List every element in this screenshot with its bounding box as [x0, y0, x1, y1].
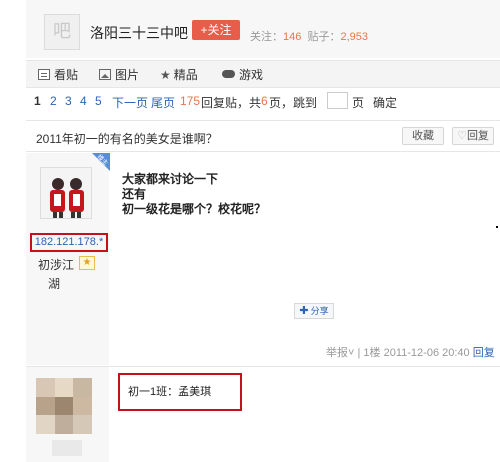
plus-icon: ✚	[299, 305, 309, 317]
user-level-name[interactable]: 初涉江	[38, 256, 74, 273]
reply-count-label: 回复贴，共	[201, 96, 262, 110]
tab-games[interactable]: 游戏	[222, 66, 263, 83]
tab-posts[interactable]: 看贴	[38, 66, 78, 83]
avatar-blurred[interactable]	[36, 378, 92, 434]
collect-button[interactable]: 收藏	[402, 127, 444, 145]
stray-dot	[496, 226, 498, 228]
page-jump-label: 页，跳到	[269, 96, 318, 110]
page-4[interactable]: 4	[80, 94, 87, 108]
post-count: 2,953	[340, 31, 369, 43]
tab-featured[interactable]: ★ 精品	[160, 66, 198, 83]
forum-header: 吧 洛阳三十三中吧 +关注 关注：146 贴子：2,953	[26, 0, 500, 58]
post-content-highlight: 初一1班：孟美琪	[118, 373, 242, 411]
forum-logo[interactable]: 吧	[44, 14, 80, 50]
share-button[interactable]: ✚ 分享	[294, 303, 334, 319]
page-2[interactable]: 2	[50, 94, 57, 108]
reply-icon: ♡	[457, 130, 467, 142]
post-count-label: 贴子：	[307, 31, 341, 43]
post-line: 大家都来讨论一下	[122, 172, 219, 186]
follow-count: 146	[283, 31, 302, 43]
page-jump-input[interactable]	[327, 92, 348, 109]
image-icon	[99, 69, 111, 80]
post-line: 初一级花是哪个？校花呢？	[122, 202, 267, 216]
thread-title-bar: 2011年初一的有名的美女是谁啊？ 收藏 ♡回复	[26, 120, 500, 152]
page-1: 1	[34, 94, 41, 108]
confirm-button[interactable]: 确定	[373, 94, 397, 111]
reply-button-label: 回复	[466, 130, 489, 142]
tieba-page: 吧 洛阳三十三中吧 +关注 关注：146 贴子：2,953 看贴 图片 ★ 精品 …	[26, 0, 500, 462]
tab-images[interactable]: 图片	[99, 66, 139, 83]
reply-button[interactable]: ♡回复	[452, 127, 494, 145]
tab-label: 看贴	[54, 68, 79, 82]
last-page-link[interactable]: 尾页	[151, 94, 175, 111]
ip-address: 182.121.178.*	[30, 233, 108, 252]
doc-icon	[38, 69, 50, 80]
post-time: 2011-12-06 20:40	[383, 347, 470, 359]
tab-label: 图片	[115, 68, 140, 82]
follow-button[interactable]: +关注	[192, 20, 240, 40]
tab-label: 游戏	[239, 68, 264, 82]
post-content: 大家都来讨论一下 还有 初一级花是哪个？校花呢？	[122, 172, 266, 217]
post-footer: 举报˅ | 1楼 2011-12-06 20:40 回复	[326, 347, 495, 359]
next-page-link[interactable]: 下一页	[112, 94, 148, 111]
level-star-icon: ★	[79, 256, 95, 270]
username-blurred	[52, 440, 82, 456]
reply-count: 175	[180, 94, 201, 108]
star-icon: ★	[160, 68, 171, 82]
thread-title: 2011年初一的有名的美女是谁啊？	[36, 132, 218, 146]
page-total: 6	[261, 94, 268, 108]
floor-number: 1楼	[363, 347, 381, 359]
follow-count-label: 关注：	[250, 31, 283, 43]
chevron-down-icon: ˅	[348, 347, 355, 359]
post-text: 初一1班：孟美琪	[128, 386, 212, 398]
gamepad-icon	[222, 70, 235, 78]
post-line: 还有	[122, 187, 147, 201]
post-reply-link[interactable]: 回复	[473, 347, 495, 359]
forum-name[interactable]: 洛阳三十三中吧	[90, 23, 188, 43]
avatar[interactable]	[40, 167, 92, 219]
user-level-name-cont: 湖	[48, 277, 61, 291]
share-label: 分享	[310, 306, 329, 316]
page-unit: 页	[352, 96, 365, 110]
page-3[interactable]: 3	[65, 94, 72, 108]
forum-stats: 关注：146 贴子：2,953	[250, 28, 368, 44]
page-5[interactable]: 5	[95, 94, 102, 108]
report-link[interactable]: 举报	[326, 347, 348, 359]
tab-label: 精品	[173, 68, 198, 82]
forum-tabs: 看贴 图片 ★ 精品 游戏	[26, 60, 500, 88]
